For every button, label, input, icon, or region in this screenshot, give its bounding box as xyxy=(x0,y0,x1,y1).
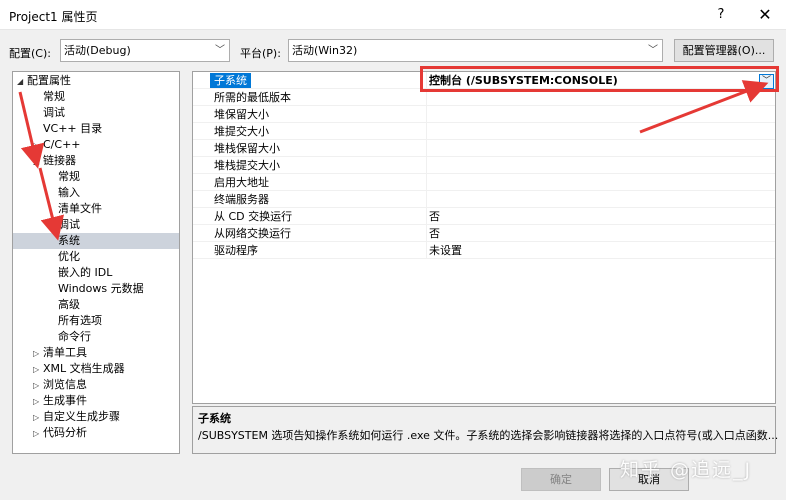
triangle-collapsed-icon[interactable]: ▷ xyxy=(33,346,43,362)
triangle-collapsed-icon[interactable]: ▷ xyxy=(33,394,43,410)
tree-item-manifest-tool[interactable]: ▷ 清单工具 xyxy=(13,345,179,361)
tree-item-config-props[interactable]: ◢ 配置属性 xyxy=(13,73,179,89)
property-row[interactable]: 堆栈保留大小 xyxy=(193,140,775,157)
description-panel: 子系统 /SUBSYSTEM 选项告知操作系统如何运行 .exe 文件。子系统的… xyxy=(192,406,779,454)
triangle-collapsed-icon[interactable]: ▷ xyxy=(33,410,43,426)
tree-item-linker-optimization[interactable]: 优化 xyxy=(13,249,179,265)
tree-item-code-analysis[interactable]: ▷ 代码分析 xyxy=(13,425,179,441)
tree-item-linker-idl[interactable]: 嵌入的 IDL xyxy=(13,265,179,281)
tree-item-cpp[interactable]: ▷ C/C++ xyxy=(13,137,179,153)
tree-item-linker-manifest[interactable]: 清单文件 xyxy=(13,201,179,217)
platform-value: 活动(Win32) xyxy=(292,44,358,57)
description-title: 子系统 xyxy=(198,412,231,425)
property-row[interactable]: 启用大地址 xyxy=(193,174,775,191)
tree-item-linker-input[interactable]: 输入 xyxy=(13,185,179,201)
config-label: 配置(C): xyxy=(9,47,51,60)
config-manager-button[interactable]: 配置管理器(O)... xyxy=(674,39,774,62)
tree-item-linker-advanced[interactable]: 高级 xyxy=(13,297,179,313)
triangle-collapsed-icon[interactable]: ▷ xyxy=(33,378,43,394)
tree-item-linker-general[interactable]: 常规 xyxy=(13,169,179,185)
config-select[interactable]: 活动(Debug) ﹀ xyxy=(60,39,230,62)
property-row[interactable]: 终端服务器 xyxy=(193,191,775,208)
watermark: 知乎 @追远_J xyxy=(620,459,753,481)
tree-item-debugging[interactable]: 调试 xyxy=(13,105,179,121)
property-row[interactable]: 堆保留大小 xyxy=(193,106,775,123)
property-row[interactable]: 驱动程序 未设置 xyxy=(193,242,775,259)
tree-item-linker-cmdline[interactable]: 命令行 xyxy=(13,329,179,345)
tree-item-browse-info[interactable]: ▷ 浏览信息 xyxy=(13,377,179,393)
property-row[interactable]: 堆提交大小 xyxy=(193,123,775,140)
tree-item-linker-debug[interactable]: 调试 xyxy=(13,217,179,233)
triangle-expanded-icon[interactable]: ◢ xyxy=(17,74,27,90)
tree-item-linker-winmd[interactable]: Windows 元数据 xyxy=(13,281,179,297)
tree-item-linker[interactable]: ◢ 链接器 xyxy=(13,153,179,169)
property-row-subsystem[interactable]: 子系统 控制台 (/SUBSYSTEM:CONSOLE) ﹀ xyxy=(193,72,775,89)
title-bar: Project1 属性页 ? ✕ xyxy=(0,0,786,30)
property-value[interactable]: 控制台 (/SUBSYSTEM:CONSOLE) xyxy=(429,73,618,88)
chevron-down-icon: ﹀ xyxy=(215,45,225,56)
description-text: /SUBSYSTEM 选项告知操作系统如何运行 .exe 文件。子系统的选择会影… xyxy=(198,429,779,442)
tree-item-xml-doc[interactable]: ▷ XML 文档生成器 xyxy=(13,361,179,377)
chevron-down-icon: ﹀ xyxy=(648,45,658,56)
triangle-collapsed-icon[interactable]: ▷ xyxy=(33,138,43,154)
help-button[interactable]: ? xyxy=(707,4,735,26)
tree-item-build-events[interactable]: ▷ 生成事件 xyxy=(13,393,179,409)
triangle-expanded-icon[interactable]: ◢ xyxy=(33,154,43,170)
property-row[interactable]: 所需的最低版本 xyxy=(193,89,775,106)
property-grid: 子系统 控制台 (/SUBSYSTEM:CONSOLE) ﹀ 所需的最低版本 堆… xyxy=(192,71,776,404)
close-icon[interactable]: ✕ xyxy=(751,4,779,26)
tree-item-custom-build[interactable]: ▷ 自定义生成步骤 xyxy=(13,409,179,425)
config-value: 活动(Debug) xyxy=(64,44,131,57)
window-title: Project1 属性页 xyxy=(9,10,98,24)
toolbar: 配置(C): 活动(Debug) ﹀ 平台(P): 活动(Win32) ﹀ 配置… xyxy=(0,30,786,70)
property-row[interactable]: 从 CD 交换运行否 xyxy=(193,208,775,225)
tree-item-general[interactable]: 常规 xyxy=(13,89,179,105)
property-row[interactable]: 从网络交换运行否 xyxy=(193,225,775,242)
tree-item-linker-system[interactable]: 系统 xyxy=(13,233,179,249)
platform-select[interactable]: 活动(Win32) ﹀ xyxy=(288,39,663,62)
chevron-down-icon[interactable]: ﹀ xyxy=(759,74,774,89)
property-row[interactable]: 堆栈提交大小 xyxy=(193,157,775,174)
main-area: ◢ 配置属性 常规 调试 VC++ 目录 ▷ C/C++ ◢ 链接器 常规 输入 清单… xyxy=(0,70,786,460)
triangle-collapsed-icon[interactable]: ▷ xyxy=(33,362,43,378)
property-tree[interactable]: ◢ 配置属性 常规 调试 VC++ 目录 ▷ C/C++ ◢ 链接器 常规 输入 清单… xyxy=(12,71,180,454)
tree-item-vc-dirs[interactable]: VC++ 目录 xyxy=(13,121,179,137)
ok-button[interactable]: 确定 xyxy=(521,468,601,491)
property-name: 子系统 xyxy=(210,73,251,88)
platform-label: 平台(P): xyxy=(240,47,281,60)
triangle-collapsed-icon[interactable]: ▷ xyxy=(33,426,43,442)
tree-item-linker-all[interactable]: 所有选项 xyxy=(13,313,179,329)
